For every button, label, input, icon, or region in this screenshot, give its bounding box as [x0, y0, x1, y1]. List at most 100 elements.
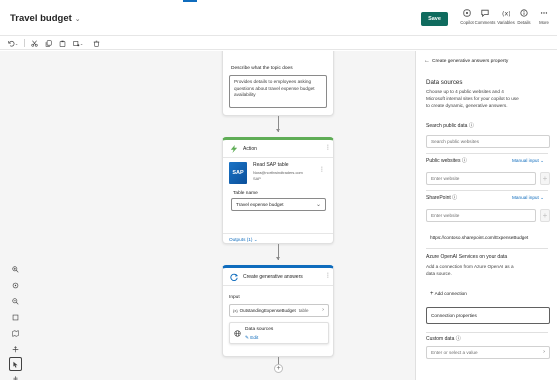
- undo-icon[interactable]: ⌄: [6, 38, 20, 48]
- topic-title-text: Travel budget: [10, 13, 72, 24]
- custom-data-input[interactable]: Enter or select a value ›: [426, 346, 550, 359]
- variables-icon: (x): [502, 9, 510, 17]
- copy-icon[interactable]: [43, 38, 53, 48]
- add-sharepoint-button[interactable]: +: [540, 209, 550, 222]
- topic-title[interactable]: Travel budget ⌄: [10, 13, 81, 24]
- chevron-down-icon: ⌄: [253, 237, 258, 242]
- zoom-in-icon[interactable]: [11, 261, 19, 277]
- cut-icon[interactable]: [29, 38, 39, 48]
- add-connection-label: Add connection: [434, 291, 467, 296]
- pan-icon[interactable]: [12, 341, 19, 357]
- azure-desc-line-1: Add a connection from Azure OpenAI as a: [426, 264, 514, 269]
- search-public-input[interactable]: Search public websites: [426, 135, 550, 148]
- authoring-canvas[interactable]: Describe what the topic does Provides de…: [0, 51, 415, 380]
- panel-heading: Data sources: [426, 79, 463, 86]
- canvas-controls: [7, 261, 23, 357]
- more-button[interactable]: More: [533, 9, 555, 25]
- generative-answers-node[interactable]: Create generative answers ⋮ Input {x} Ou…: [222, 265, 334, 357]
- custom-data-placeholder: Enter or select a value: [431, 350, 478, 355]
- info-icon: ⓘ: [452, 195, 458, 201]
- data-sources-label: Data sources: [245, 327, 274, 332]
- center-icon[interactable]: [12, 277, 19, 293]
- table-name-dropdown[interactable]: Travel expense budget ⌄: [231, 198, 326, 211]
- chevron-right-icon: ›: [322, 307, 324, 313]
- hand-tool-icon[interactable]: [12, 375, 19, 380]
- data-sources-card[interactable]: Data sources ✎ Edit: [229, 322, 329, 344]
- comment-icon: [481, 9, 489, 17]
- variable-icon: {x}: [233, 308, 238, 313]
- public-websites-mode-dropdown[interactable]: Manual input ⌄: [512, 158, 544, 164]
- edit-data-sources-link[interactable]: ✎ Edit: [245, 335, 258, 341]
- details-button[interactable]: Details: [513, 9, 535, 25]
- connector-account: Nora@northwindtraders.com: [253, 170, 303, 175]
- toolbar-divider: [24, 39, 25, 47]
- input-variable-name: OutstandingExpenseBudget: [239, 308, 296, 313]
- add-node-button[interactable]: +: [274, 364, 283, 373]
- connector-type: SAP: [253, 176, 261, 181]
- more-label: More: [539, 20, 549, 25]
- node-divider: [223, 285, 333, 286]
- topic-node[interactable]: Describe what the topic does Provides de…: [222, 51, 334, 116]
- info-icon: ⓘ: [468, 123, 474, 129]
- gen-node-title: Create generative answers: [243, 274, 303, 280]
- topic-description-field[interactable]: Provides details to employees asking que…: [229, 75, 327, 108]
- lightning-icon: [230, 145, 238, 153]
- topic-description-label: Describe what the topic does: [231, 66, 293, 71]
- sharepoint-mode-dropdown[interactable]: Manual input ⌄: [512, 195, 544, 201]
- table-name-label: Table name: [233, 191, 258, 196]
- node-divider: [223, 157, 333, 158]
- details-label: Details: [517, 20, 531, 25]
- edit-label: Edit: [250, 335, 259, 340]
- paste-icon[interactable]: [57, 38, 67, 48]
- search-public-label-text: Search public data: [426, 123, 468, 129]
- input-variable-field[interactable]: {x} OutstandingExpenseBudget table ›: [229, 304, 329, 317]
- outputs-toggle[interactable]: Outputs (1) ⌄: [229, 237, 258, 243]
- copilot-label: Copilot: [460, 20, 474, 25]
- add-website-button[interactable]: +: [540, 172, 550, 185]
- chevron-down-icon: ⌄: [315, 202, 321, 208]
- sharepoint-label: SharePoint ⓘ: [426, 195, 457, 202]
- sharepoint-mode: Manual input: [512, 195, 539, 200]
- comments-button[interactable]: Comments: [474, 9, 496, 25]
- delete-icon[interactable]: [91, 38, 101, 48]
- azure-desc-line-2: data source.: [426, 271, 452, 276]
- select-tool-icon[interactable]: [9, 357, 22, 371]
- section-divider: [426, 190, 548, 191]
- add-connection-button[interactable]: + Add connection: [430, 290, 467, 298]
- public-websites-label-text: Public websites: [426, 158, 461, 164]
- back-arrow-icon[interactable]: ←: [424, 58, 430, 64]
- comments-label: Comments: [474, 20, 496, 25]
- input-label: Input: [229, 295, 240, 300]
- copilot-icon: [463, 9, 471, 17]
- connector-arrow: [275, 129, 280, 132]
- panel-intro-line-3: to create dynamic, generative answers.: [426, 103, 508, 108]
- panel-intro-line-1: Choose up to 4 public websites and 4: [426, 89, 504, 94]
- table-name-value: Travel expense budget: [236, 202, 284, 207]
- sharepoint-label-text: SharePoint: [426, 195, 451, 201]
- connector-arrow: [275, 257, 280, 260]
- action-more-icon[interactable]: ⋮: [325, 144, 331, 151]
- format-icon[interactable]: ⌄: [71, 38, 85, 48]
- section-divider: [426, 153, 548, 154]
- node-divider: [223, 233, 333, 234]
- globe-icon: [234, 330, 241, 337]
- sharepoint-url: https://contoso.sharepoint.com/ExpenseBu…: [430, 235, 529, 240]
- section-divider: [426, 332, 548, 333]
- connection-properties-field[interactable]: Connection properties: [426, 307, 550, 324]
- connector-more-icon[interactable]: ⋮: [319, 166, 325, 173]
- action-node[interactable]: Action ⋮ SAP Read SAP table Nora@northwi…: [222, 137, 334, 244]
- gen-more-icon[interactable]: ⋮: [325, 272, 331, 279]
- public-website-input[interactable]: Enter website: [426, 172, 536, 185]
- tab-indicator: [183, 0, 197, 2]
- chevron-down-icon[interactable]: ⌄: [75, 16, 81, 23]
- save-button[interactable]: Save: [421, 12, 448, 26]
- chevron-right-icon: ›: [543, 349, 545, 355]
- info-icon: [520, 9, 528, 17]
- minimap-icon[interactable]: [11, 325, 19, 341]
- generative-icon: [230, 273, 239, 282]
- zoom-out-icon[interactable]: [11, 293, 19, 309]
- azure-heading: Azure OpenAI Services on your data: [426, 254, 508, 260]
- chevron-down-icon: ⌄: [540, 195, 545, 200]
- sharepoint-input[interactable]: Enter website: [426, 209, 536, 222]
- fit-view-icon[interactable]: [12, 309, 19, 325]
